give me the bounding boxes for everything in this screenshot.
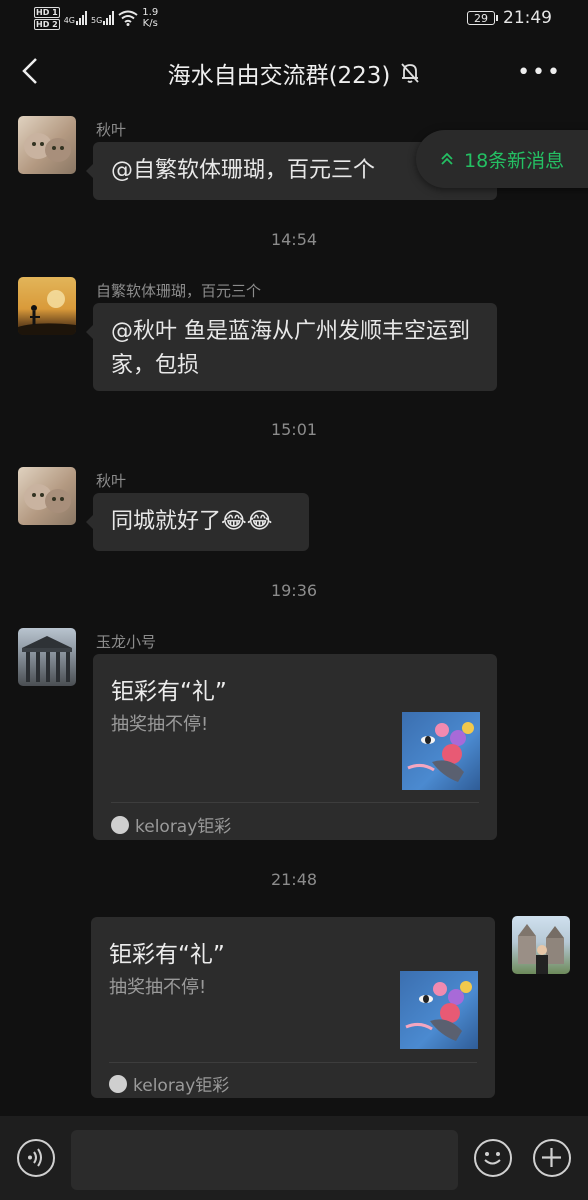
status-bar: HD 1 HD 2 4G 5G 1.9 K/s 29 21:49 bbox=[0, 0, 588, 40]
speed-value: 1.9 bbox=[142, 7, 159, 18]
double-chevron-up-icon bbox=[441, 152, 453, 165]
clock: 21:49 bbox=[503, 8, 552, 28]
message-text: @秋叶 鱼是蓝海从广州发顺丰空运到家，包损 bbox=[111, 319, 470, 378]
avatar-self[interactable] bbox=[512, 916, 570, 974]
net-speed: 1.9 K/s bbox=[142, 7, 158, 29]
card-divider bbox=[109, 1062, 477, 1063]
sender-name: 秋叶 bbox=[96, 472, 127, 490]
new-messages-label: 18条新消息 bbox=[464, 149, 565, 172]
card-thumbnail bbox=[400, 971, 478, 1049]
sender-name: 秋叶 bbox=[96, 121, 127, 139]
sender-name: 玉龙小号 bbox=[96, 633, 157, 651]
chat-title: 海水自由交流群(223) bbox=[0, 56, 588, 90]
status-left: HD 1 HD 2 4G 5G 1.9 K/s bbox=[34, 4, 158, 32]
sim-indicator: HD 1 HD 2 bbox=[34, 6, 60, 30]
link-card[interactable]: 钜彩有“礼” 抽奖抽不停! keloray钜彩 bbox=[91, 917, 495, 1098]
card-title: 钜彩有“礼” bbox=[109, 942, 225, 968]
source-logo-icon bbox=[109, 1074, 127, 1093]
avatar-qiuye[interactable] bbox=[18, 467, 76, 525]
plus-icon[interactable] bbox=[533, 1139, 571, 1177]
card-source-label: keloray钜彩 bbox=[133, 1076, 230, 1096]
network-type-1: 4G bbox=[63, 16, 75, 25]
wifi-icon bbox=[118, 10, 138, 26]
hd2-label: HD 2 bbox=[34, 18, 60, 30]
timestamp: 19:36 bbox=[270, 581, 318, 600]
battery-icon: 29 bbox=[467, 11, 498, 25]
card-description: 抽奖抽不停! bbox=[111, 714, 209, 735]
message-bubble[interactable]: 同城就好了😂😂 bbox=[86, 493, 309, 551]
status-right: 29 21:49 bbox=[467, 8, 552, 28]
new-messages-button[interactable]: 18条新消息 bbox=[416, 130, 588, 188]
card-title: 钜彩有“礼” bbox=[111, 679, 227, 705]
card-source: keloray钜彩 bbox=[109, 1071, 229, 1096]
message-text: @自繁软体珊瑚，百元三个 bbox=[111, 158, 376, 183]
card-source: keloray钜彩 bbox=[111, 812, 231, 837]
sender-name: 自繁软体珊瑚，百元三个 bbox=[96, 282, 262, 300]
mute-bell-icon bbox=[401, 63, 420, 83]
message-bubble[interactable]: @秋叶 鱼是蓝海从广州发顺丰空运到家，包损 bbox=[86, 303, 497, 391]
signal-icon bbox=[75, 11, 87, 25]
emoji-icon[interactable] bbox=[474, 1139, 512, 1177]
card-description: 抽奖抽不停! bbox=[109, 977, 207, 998]
group-name: 海水自由交流群(223) bbox=[167, 63, 391, 89]
network-type-2: 5G bbox=[90, 16, 103, 25]
timestamp: 21:48 bbox=[270, 870, 318, 889]
card-divider bbox=[111, 802, 479, 803]
avatar-coral[interactable] bbox=[18, 277, 76, 335]
speed-unit: K/s bbox=[142, 18, 158, 29]
card-thumbnail bbox=[402, 712, 480, 790]
message-input[interactable] bbox=[71, 1130, 458, 1190]
more-icon[interactable]: ••• bbox=[517, 60, 562, 85]
source-logo-icon bbox=[111, 815, 129, 834]
hd1-label: HD 1 bbox=[34, 6, 60, 18]
signal-icon bbox=[103, 11, 115, 25]
chat-header: 海水自由交流群(223) ••• bbox=[0, 40, 588, 102]
avatar-yulong[interactable] bbox=[18, 628, 76, 686]
link-card[interactable]: 钜彩有“礼” 抽奖抽不停! keloray钜彩 bbox=[93, 654, 497, 840]
voice-icon[interactable] bbox=[17, 1139, 55, 1177]
input-bar bbox=[0, 1116, 588, 1200]
message-text: 同城就好了😂😂 bbox=[111, 509, 273, 534]
timestamp: 15:01 bbox=[270, 420, 318, 439]
timestamp: 14:54 bbox=[270, 230, 318, 249]
card-source-label: keloray钜彩 bbox=[135, 817, 232, 837]
avatar-qiuye[interactable] bbox=[18, 116, 76, 174]
